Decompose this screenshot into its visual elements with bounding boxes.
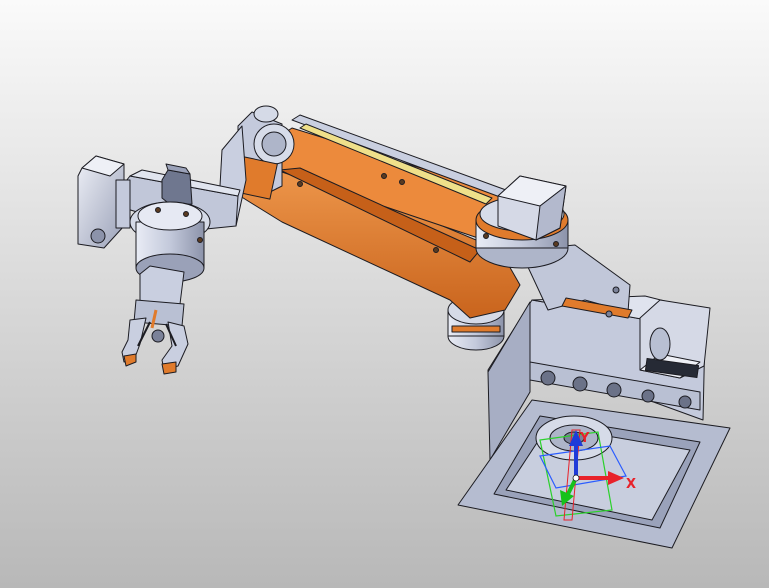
base-hole: [606, 382, 622, 398]
bolt: [605, 310, 613, 318]
bolt: [197, 237, 203, 243]
triad-x-label: X: [626, 477, 636, 492]
elbow-top-cap: [253, 105, 279, 123]
wrist-flange-top: [137, 201, 203, 231]
triad-y-label: Y: [579, 431, 590, 446]
wrist-motor-bracket: [115, 179, 131, 229]
base-hole: [540, 370, 556, 386]
elbow-joint-disc-inner: [261, 131, 287, 157]
bolt: [433, 247, 439, 253]
gripper-finger-right-tip: [161, 361, 177, 375]
triad-origin: [572, 474, 580, 482]
bolt: [155, 207, 161, 213]
bolt: [483, 233, 489, 239]
base-motor-shaft: [649, 327, 671, 361]
bolt: [297, 181, 303, 187]
gripper-center-gear: [151, 329, 165, 343]
robot-arm-model[interactable]: X Y: [0, 0, 769, 588]
bolt: [183, 211, 189, 217]
wrist-servo-block: [161, 169, 193, 207]
bolt: [553, 241, 559, 247]
bolt: [399, 179, 405, 185]
wrist-motor-shaft: [90, 228, 106, 244]
cad-3d-viewport[interactable]: X Y: [0, 0, 769, 588]
base-hole: [678, 395, 692, 409]
lower-joint-band: [451, 325, 501, 333]
base-hole: [572, 376, 588, 392]
bolt: [612, 286, 620, 294]
base-hole: [641, 389, 655, 403]
bolt: [381, 173, 387, 179]
